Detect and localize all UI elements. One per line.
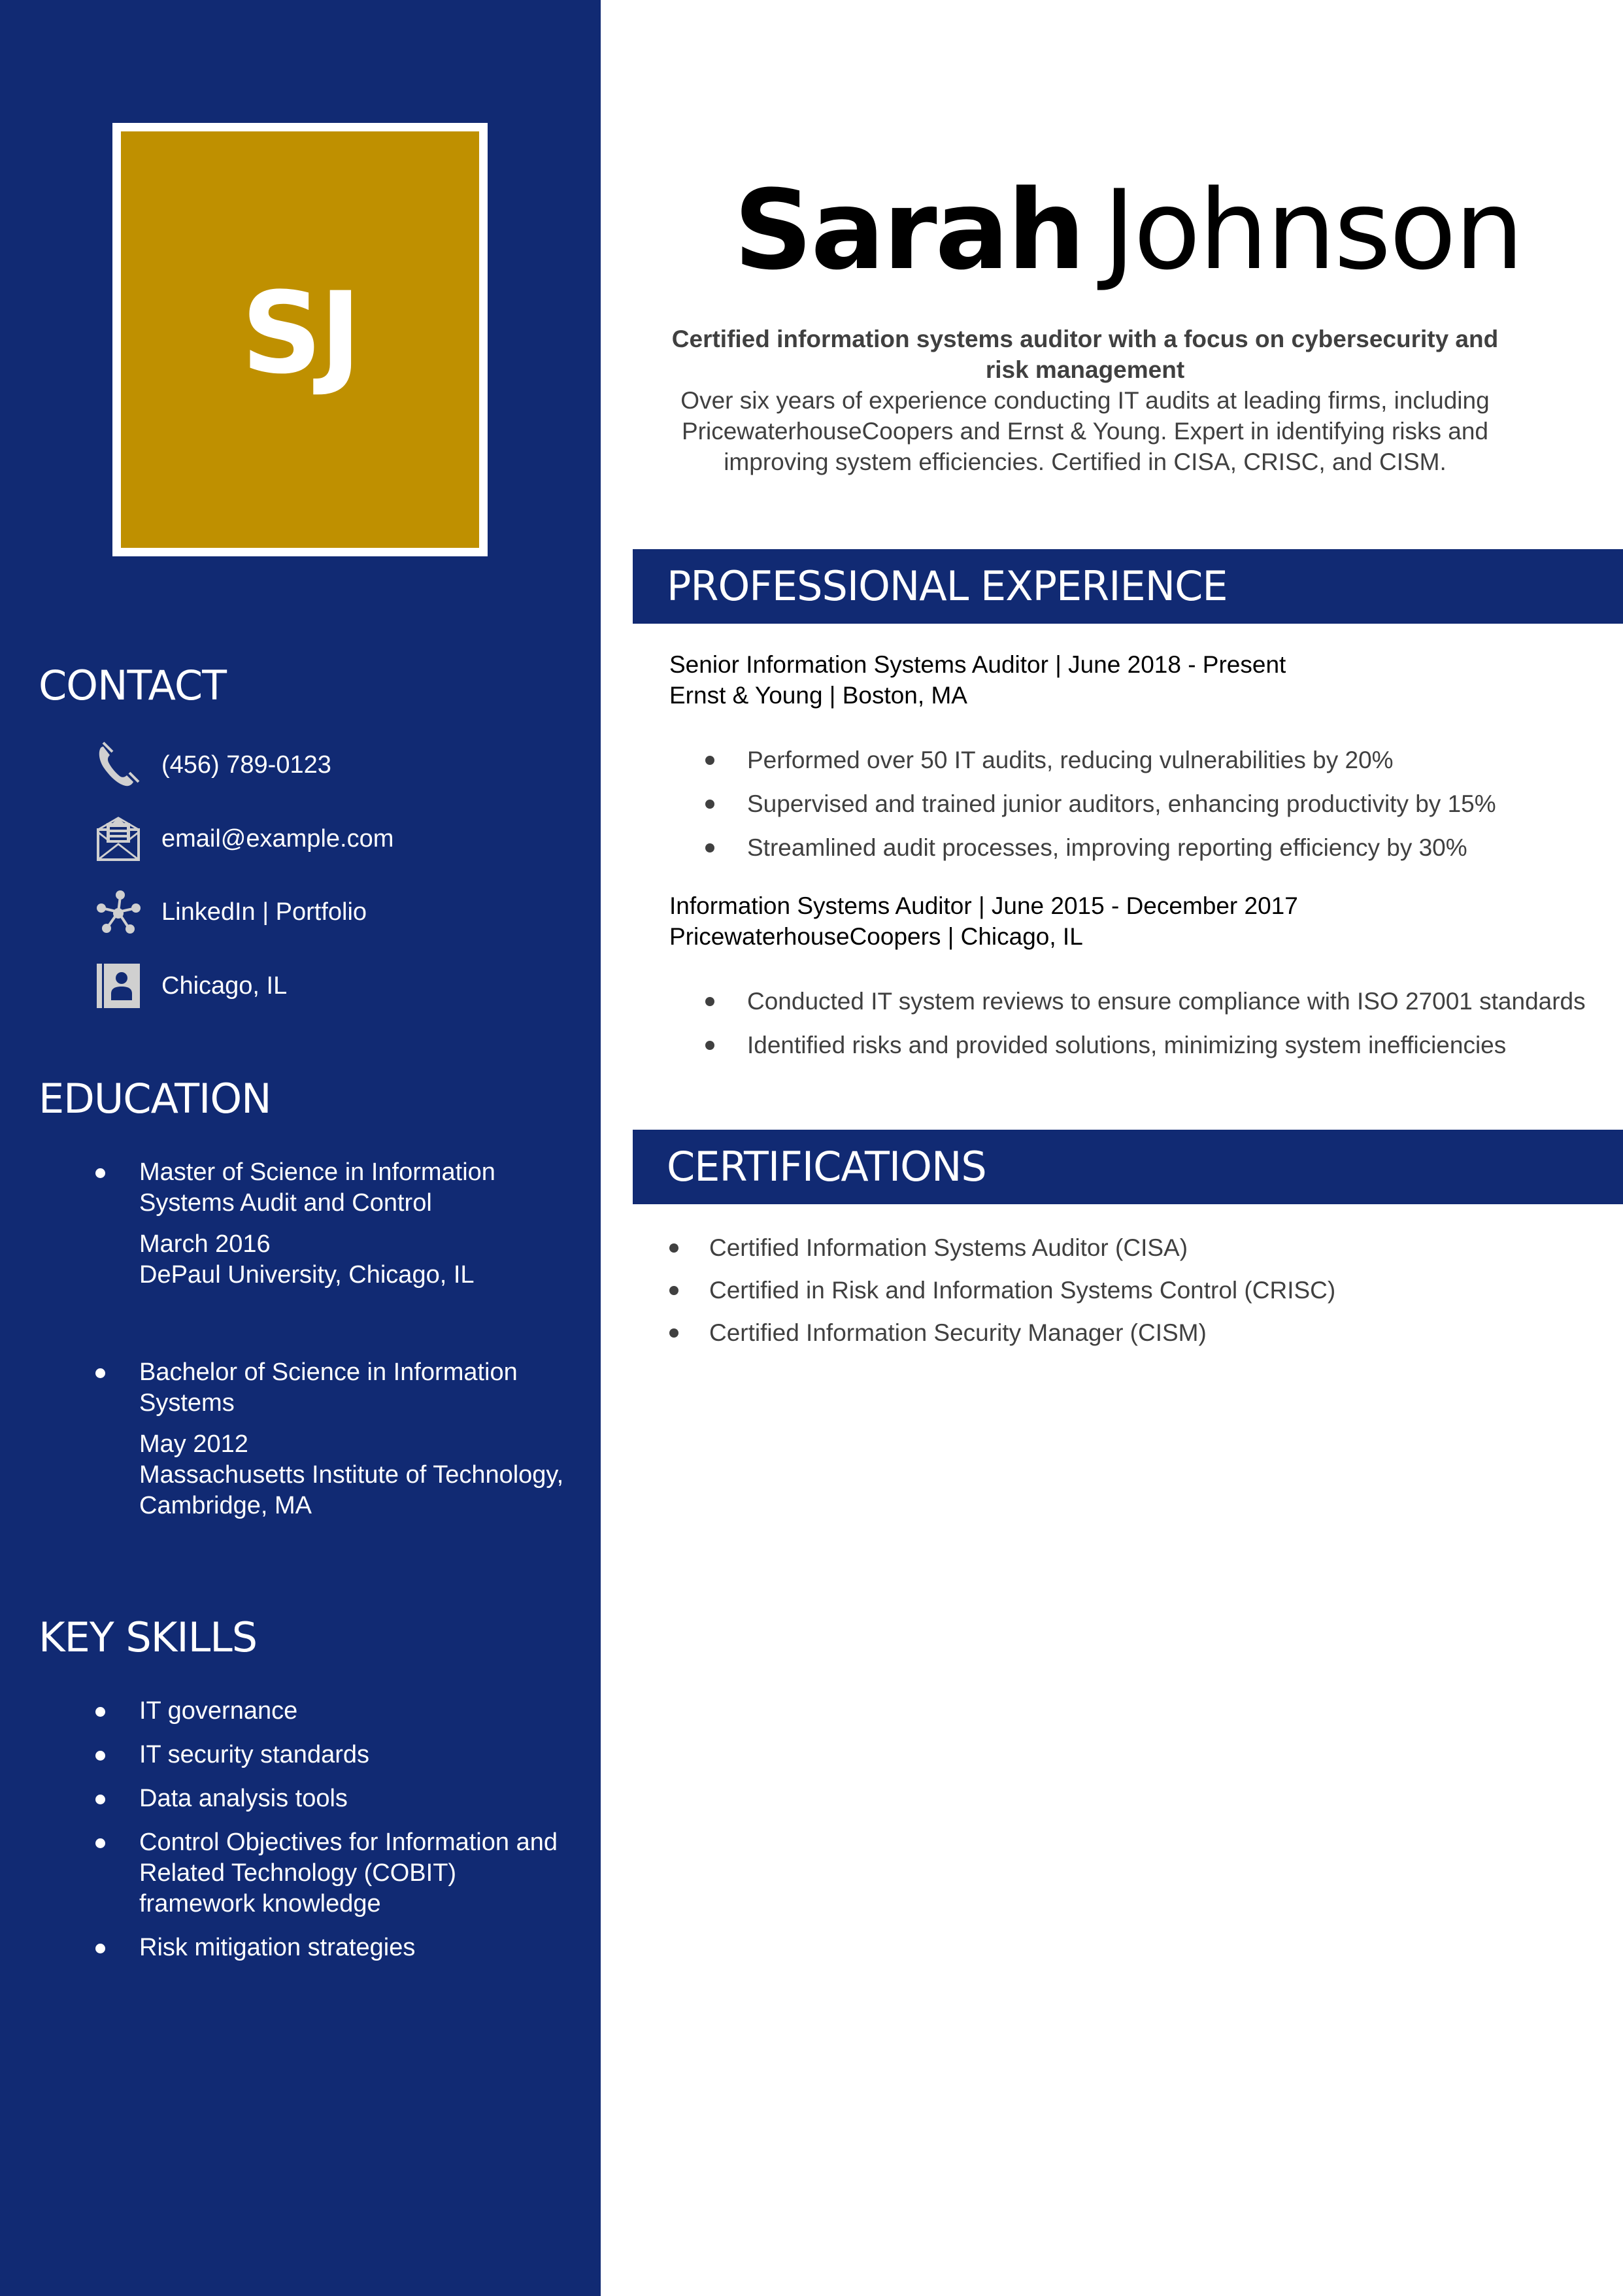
bullet-icon	[705, 800, 714, 809]
avatar-monogram-tile: SJ	[121, 131, 479, 548]
education-list: Master of Science in Information Systems…	[95, 1157, 566, 1588]
skill-text: IT governance	[139, 1697, 298, 1725]
skill-item: Control Objectives for Information and R…	[95, 1827, 566, 1919]
education-school: DePaul University, Chicago, IL	[139, 1261, 475, 1289]
skill-item: IT governance	[95, 1696, 566, 1727]
contact-email-text[interactable]: email@example.com	[161, 825, 393, 853]
job-company-line: Ernst & Young | Boston, MA	[669, 682, 967, 709]
job-title-line: Information Systems Auditor | June 2015 …	[669, 892, 1298, 919]
education-degree: Bachelor of Science in Information Syste…	[139, 1359, 518, 1417]
certification-item: Certified in Risk and Information System…	[669, 1275, 1604, 1306]
education-date: May 2012	[139, 1430, 248, 1458]
certification-text: Certified in Risk and Information System…	[709, 1277, 1336, 1304]
certification-item: Certified Information Security Manager (…	[669, 1317, 1604, 1348]
candidate-name: Sarah Johnson	[633, 175, 1623, 285]
contact-phone-text[interactable]: (456) 789-0123	[161, 751, 331, 779]
achievement-text: Identified risks and provided solutions,…	[747, 1032, 1507, 1058]
education-school: Massachusetts Institute of Technology, C…	[139, 1461, 564, 1519]
certification-item: Certified Information Systems Auditor (C…	[669, 1232, 1604, 1263]
job-achievements: Conducted IT system reviews to ensure co…	[669, 986, 1604, 1060]
job-entry: Information Systems Auditor | June 2015 …	[669, 890, 1604, 1073]
achievement-item: Supervised and trained junior auditors, …	[669, 788, 1604, 819]
skills-heading: KEY SKILLS	[39, 1613, 258, 1661]
bullet-icon	[95, 1368, 105, 1378]
bullet-icon	[705, 756, 714, 765]
phone-icon	[95, 741, 141, 788]
education-item: Master of Science in Information Systems…	[95, 1157, 566, 1291]
bullet-icon	[95, 1707, 105, 1717]
certifications-section-header: CERTIFICATIONS	[633, 1130, 1623, 1204]
email-icon	[95, 815, 141, 862]
skill-item: IT security standards	[95, 1740, 566, 1770]
contact-heading: CONTACT	[39, 662, 227, 709]
certification-text: Certified Information Security Manager (…	[709, 1319, 1207, 1346]
experience-heading: PROFESSIONAL EXPERIENCE	[667, 562, 1228, 610]
bullet-icon	[669, 1328, 678, 1338]
job-achievements: Performed over 50 IT audits, reducing vu…	[669, 745, 1604, 863]
job-entry: Senior Information Systems Auditor | Jun…	[669, 649, 1604, 876]
avatar: SJ	[112, 123, 488, 556]
achievement-item: Conducted IT system reviews to ensure co…	[669, 986, 1604, 1017]
achievement-text: Supervised and trained junior auditors, …	[747, 790, 1496, 817]
achievement-item: Streamlined audit processes, improving r…	[669, 832, 1604, 863]
first-name: Sarah	[733, 166, 1085, 294]
skills-list: IT governance IT security standards Data…	[95, 1696, 566, 1976]
bullet-icon	[95, 1168, 105, 1178]
contact-location-text: Chicago, IL	[161, 971, 288, 1000]
skill-text: Data analysis tools	[139, 1785, 348, 1812]
job-title-line: Senior Information Systems Auditor | Jun…	[669, 651, 1286, 678]
professional-summary: Certified information systems auditor wi…	[654, 324, 1516, 477]
skill-text: IT security standards	[139, 1741, 370, 1768]
avatar-initials: SJ	[241, 267, 361, 399]
bullet-icon	[669, 1286, 678, 1295]
bullet-icon	[95, 1751, 105, 1761]
certification-text: Certified Information Systems Auditor (C…	[709, 1234, 1188, 1261]
contact-card-icon	[95, 962, 141, 1009]
bullet-icon	[95, 1944, 105, 1953]
achievement-text: Performed over 50 IT audits, reducing vu…	[747, 747, 1394, 773]
skill-item: Risk mitigation strategies	[95, 1933, 566, 1963]
contact-phone: (456) 789-0123	[95, 739, 331, 791]
bullet-icon	[669, 1243, 678, 1253]
achievement-text: Streamlined audit processes, improving r…	[747, 834, 1467, 861]
skill-text: Control Objectives for Information and R…	[139, 1829, 558, 1917]
network-icon	[95, 888, 141, 936]
contact-links: LinkedIn | Portfolio	[95, 886, 367, 938]
summary-body: Over six years of experience conducting …	[680, 387, 1490, 475]
education-degree: Master of Science in Information Systems…	[139, 1158, 495, 1217]
summary-headline: Certified information systems auditor wi…	[671, 326, 1499, 383]
contact-location: Chicago, IL	[95, 960, 287, 1012]
bullet-icon	[705, 997, 714, 1006]
bullet-icon	[705, 843, 714, 853]
skill-item: Data analysis tools	[95, 1783, 566, 1814]
contact-links-text[interactable]: LinkedIn | Portfolio	[161, 898, 367, 926]
bullet-icon	[95, 1795, 105, 1804]
achievement-text: Conducted IT system reviews to ensure co…	[747, 988, 1586, 1015]
certifications-list: Certified Information Systems Auditor (C…	[669, 1232, 1604, 1360]
certifications-heading: CERTIFICATIONS	[667, 1143, 987, 1190]
achievement-item: Identified risks and provided solutions,…	[669, 1030, 1604, 1060]
bullet-icon	[705, 1041, 714, 1050]
achievement-item: Performed over 50 IT audits, reducing vu…	[669, 745, 1604, 775]
bullet-icon	[95, 1838, 105, 1848]
contact-email: email@example.com	[95, 813, 393, 865]
last-name: Johnson	[1103, 166, 1524, 294]
sidebar: SJ CONTACT (456) 789-0123 email@example.…	[0, 0, 601, 2296]
experience-section-header: PROFESSIONAL EXPERIENCE	[633, 549, 1623, 624]
job-company-line: PricewaterhouseCoopers | Chicago, IL	[669, 923, 1083, 950]
education-item: Bachelor of Science in Information Syste…	[95, 1357, 566, 1521]
education-heading: EDUCATION	[39, 1075, 272, 1123]
education-date: March 2016	[139, 1230, 271, 1258]
skill-text: Risk mitigation strategies	[139, 1934, 416, 1961]
